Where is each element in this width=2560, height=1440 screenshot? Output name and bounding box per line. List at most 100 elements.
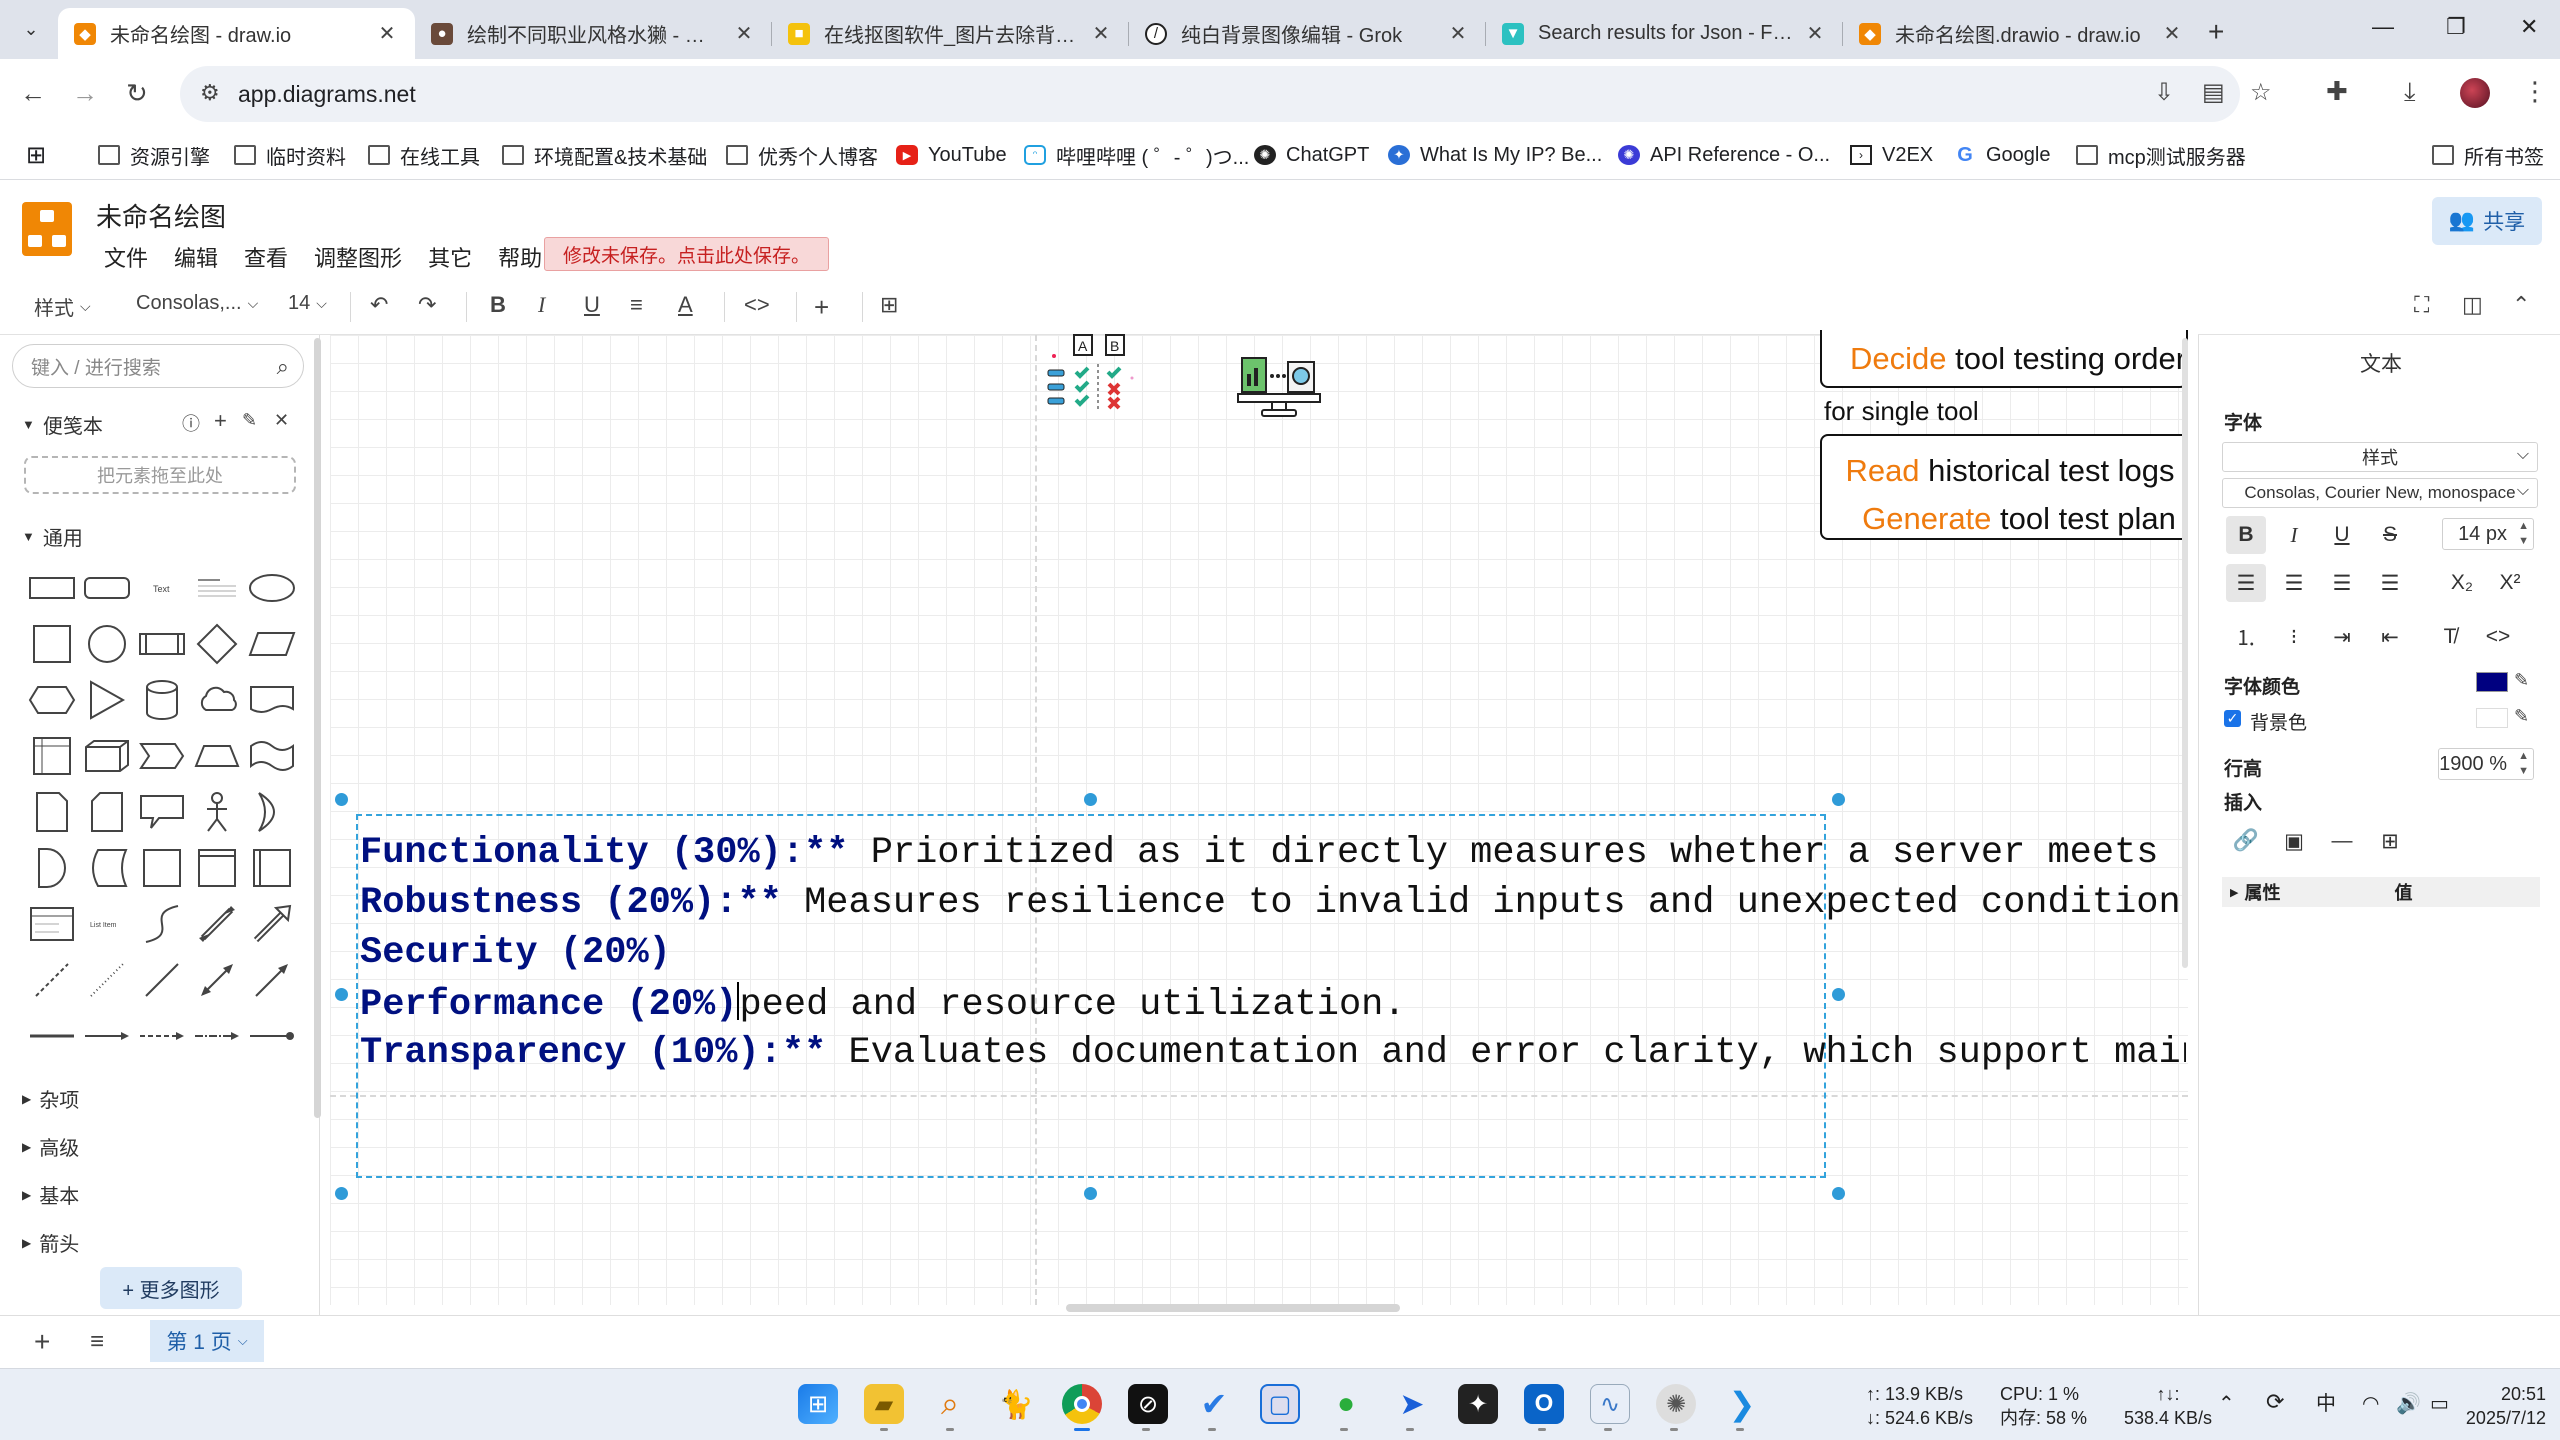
menu-item-file[interactable]: 文件 (104, 241, 148, 273)
diamond-shape[interactable] (189, 616, 244, 672)
bidirectional-arrow-shape[interactable] (189, 896, 244, 952)
advanced-section-header[interactable]: ▶ 高级 (22, 1132, 79, 1161)
edit-icon[interactable]: ✎ (242, 410, 257, 431)
process-shape[interactable] (134, 616, 189, 672)
data-storage-shape[interactable] (79, 840, 134, 896)
resize-handle[interactable] (335, 793, 348, 806)
ime-indicator[interactable]: 中 (2316, 1392, 2336, 1416)
card-shape[interactable] (79, 784, 134, 840)
back-icon[interactable]: ← (20, 78, 46, 109)
square-shape[interactable] (24, 616, 79, 672)
double-arrow-line-shape[interactable] (189, 952, 244, 1008)
bookmark-item[interactable]: ▶ YouTube (896, 139, 1007, 171)
edit-color-icon[interactable]: ✎ (2514, 706, 2529, 727)
redo-icon[interactable]: ↷ (418, 292, 436, 318)
html-code-icon[interactable]: <> (2478, 618, 2518, 656)
document-title[interactable]: 未命名绘图 (96, 197, 226, 234)
ellipse-shape[interactable] (244, 560, 299, 616)
actor-shape[interactable] (189, 784, 244, 840)
superscript-icon[interactable]: X² (2490, 564, 2530, 602)
bookmark-item[interactable]: 优秀个人博客 (726, 139, 878, 171)
apps-grid-icon[interactable]: ⊞ (26, 139, 46, 171)
todo-icon[interactable]: ✔ (1194, 1384, 1234, 1424)
tab-text[interactable]: 文本 (2360, 348, 2402, 378)
strikethrough-icon[interactable]: S (2370, 516, 2410, 554)
text-line[interactable]: Security (20%) (360, 932, 671, 974)
url-bar[interactable]: ⚙ app.diagrams.net (180, 66, 2240, 122)
share-button[interactable]: 👥 共享 (2432, 197, 2542, 245)
canvas-vertical-scrollbar[interactable] (2182, 338, 2188, 968)
basic-section-header[interactable]: ▶ 基本 (22, 1180, 79, 1209)
dashed-line-shape[interactable] (24, 952, 79, 1008)
all-bookmarks[interactable]: 所有书签 (2432, 139, 2544, 171)
close-icon[interactable]: ✕ (732, 21, 756, 46)
cylinder-shape[interactable] (134, 672, 189, 728)
window-close-icon[interactable]: ✕ (2520, 14, 2538, 40)
close-icon[interactable]: ✕ (274, 410, 289, 431)
document-shape[interactable] (244, 672, 299, 728)
font-size-dropdown[interactable]: 14 ⌵ (288, 292, 327, 315)
browser-tab[interactable]: ● 绘制不同职业风格水獭 - 豆包 ✕ (415, 8, 772, 59)
more-menu-icon[interactable]: ⋮ (2522, 76, 2548, 107)
collapse-icon[interactable]: ⌃ (2512, 292, 2530, 318)
style-dropdown[interactable]: 样式 ⌵ (34, 292, 91, 321)
rectangle-shape[interactable] (24, 560, 79, 616)
font-size-input[interactable]: 14 px ▲ ▼ (2442, 518, 2534, 550)
font-family-select[interactable]: Consolas, Courier New, monospace ⌵ (2222, 478, 2538, 508)
general-section-header[interactable]: ▼ 通用 (22, 522, 83, 551)
menu-item-arrange[interactable]: 调整图形 (314, 241, 402, 273)
windows-start-icon[interactable]: ⊞ (798, 1384, 838, 1424)
background-color-swatch[interactable] (2476, 708, 2508, 728)
maximize-icon[interactable]: ❐ (2446, 14, 2466, 40)
bookmark-star-icon[interactable]: ☆ (2250, 78, 2272, 107)
callout-shape[interactable] (134, 784, 189, 840)
feishu-icon[interactable]: ➤ (1392, 1384, 1432, 1424)
insert-table-icon[interactable]: ⊞ (2370, 822, 2410, 860)
list-shape[interactable] (24, 896, 79, 952)
bookmark-item[interactable]: 环境配置&技术基础 (502, 139, 707, 171)
line-shape[interactable] (134, 952, 189, 1008)
square-shape[interactable] (134, 840, 189, 896)
font-color-swatch[interactable] (2476, 672, 2508, 692)
html-code-icon[interactable]: <> (744, 292, 770, 318)
rounded-rectangle-shape[interactable] (79, 560, 134, 616)
font-color-icon[interactable]: A (678, 292, 693, 318)
arrow-line-shape[interactable] (244, 952, 299, 1008)
test-plan-box[interactable]: Read historical test logs Generate tool … (1820, 434, 2188, 540)
list-item-shape[interactable]: List Item (79, 896, 134, 952)
tab-search-icon[interactable]: ⌄ (16, 14, 46, 44)
new-tab-icon[interactable]: + (2208, 16, 2224, 48)
parallelogram-shape[interactable] (244, 616, 299, 672)
bookmark-item[interactable]: ✦ What Is My IP? Be... (1388, 139, 1602, 171)
font-dropdown[interactable]: Consolas,... ⌵ (136, 292, 258, 315)
shape-search-input[interactable]: 键入 / 进行搜索 ⌕ (12, 344, 304, 388)
insert-plus-icon[interactable]: + (814, 292, 829, 323)
align-left-icon[interactable]: ☰ (2226, 564, 2266, 602)
install-app-icon[interactable]: ⇩ (2154, 78, 2174, 107)
profile-avatar[interactable] (2460, 78, 2490, 108)
bookmark-item[interactable]: 临时资料 (234, 139, 346, 171)
line-height-input[interactable]: 1900 % ▲ ▼ (2438, 748, 2534, 780)
edit-color-icon[interactable]: ✎ (2514, 670, 2529, 691)
close-icon[interactable]: ✕ (2160, 21, 2184, 46)
insert-image-icon[interactable]: ▣ (2274, 822, 2314, 860)
resize-handle[interactable] (335, 988, 348, 1001)
text-line[interactable]: Robustness (20%):** Measures resilience … (360, 882, 2186, 924)
close-icon[interactable]: ✕ (1446, 21, 1470, 46)
curve-shape[interactable] (134, 896, 189, 952)
trapezoid-shape[interactable] (189, 728, 244, 784)
bold-icon[interactable]: B (2226, 516, 2266, 554)
bookmark-item[interactable]: 资源引擎 (98, 139, 210, 171)
spinner-icon[interactable]: ▲ ▼ (2518, 749, 2529, 779)
align-right-icon[interactable]: ☰ (2322, 564, 2362, 602)
outdent-icon[interactable]: ⇤ (2370, 618, 2410, 656)
subscript-icon[interactable]: X₂ (2442, 564, 2482, 602)
search-icon[interactable]: ⌕ (277, 354, 289, 380)
single-tool-caption[interactable]: for single tool (1824, 396, 1979, 427)
arrow-shape[interactable] (244, 896, 299, 952)
underline-icon[interactable]: U (584, 292, 600, 318)
browser-tab[interactable]: ◆ 未命名绘图.drawio - draw.io ✕ (1843, 8, 2200, 59)
resize-handle[interactable] (1832, 1187, 1845, 1200)
arrows-section-header[interactable]: ▶ 箭头 (22, 1228, 79, 1257)
unsaved-changes-button[interactable]: 修改未保存。点击此处保存。 (544, 237, 830, 271)
